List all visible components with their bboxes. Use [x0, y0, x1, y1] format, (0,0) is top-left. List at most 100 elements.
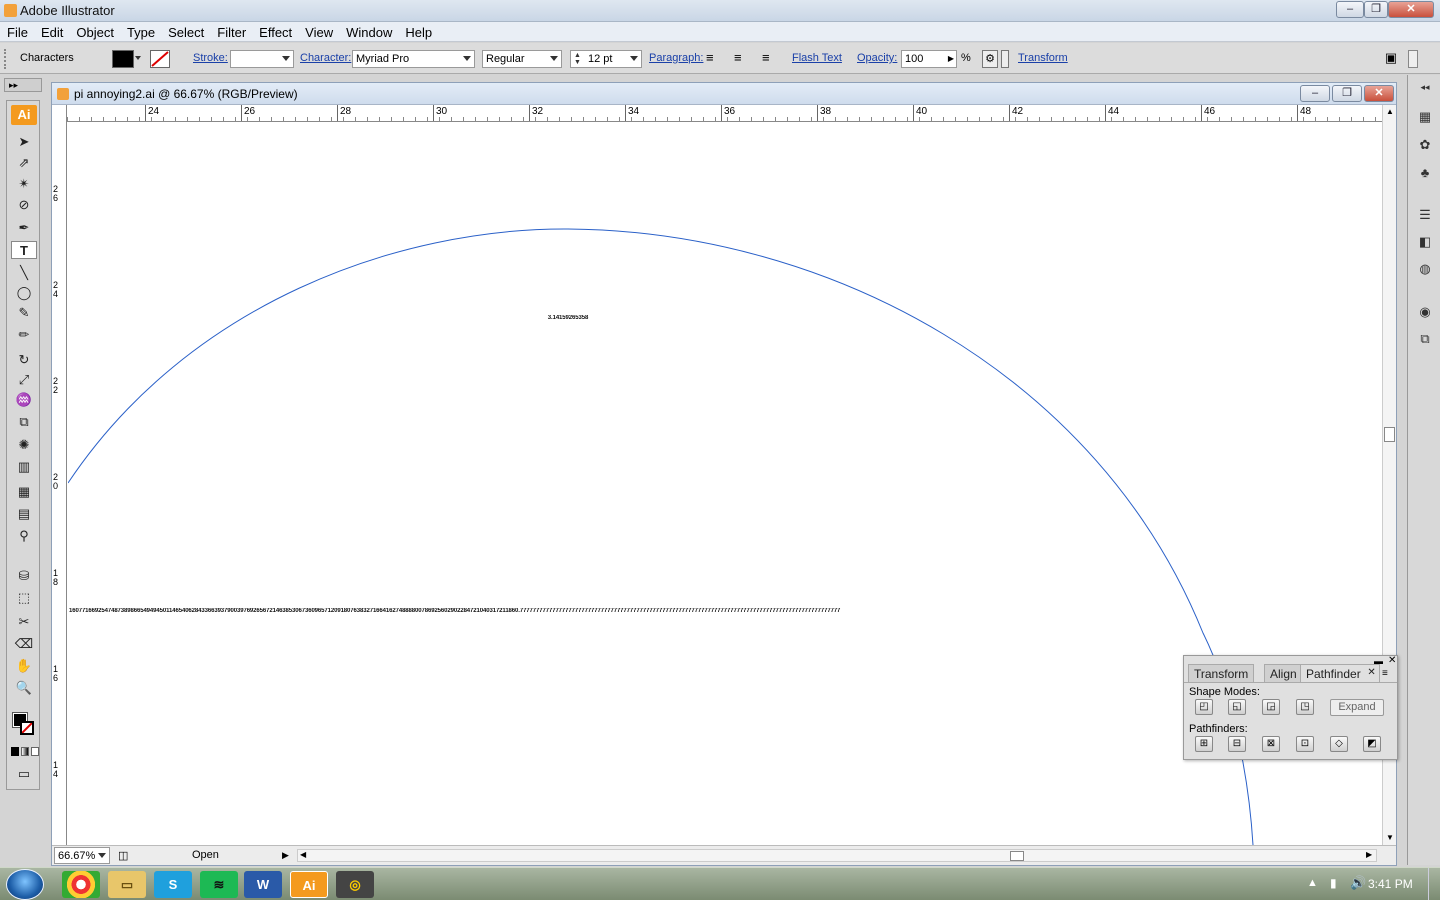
start-button[interactable] — [6, 869, 44, 900]
volume-icon[interactable]: 🔊 — [1350, 875, 1366, 891]
chrome-taskbar-icon[interactable] — [62, 871, 100, 898]
zoom-tool-icon[interactable]: 🔍 — [11, 679, 37, 697]
hand-tool-icon[interactable]: ✋ — [11, 657, 37, 675]
symbol-sprayer-tool-icon[interactable]: ✺ — [11, 436, 37, 454]
crop-button[interactable]: ⊡ — [1296, 736, 1314, 752]
tab-pathfinder[interactable]: Pathfinder ✕ — [1300, 664, 1380, 682]
color-mode-icon[interactable] — [11, 747, 19, 756]
panel-close-icon[interactable]: ✕ — [1388, 655, 1396, 666]
stroke-swatch[interactable] — [150, 50, 170, 68]
gradient-panel-icon[interactable]: ◧ — [1415, 233, 1435, 251]
minus-front-button[interactable]: ◱ — [1228, 699, 1246, 715]
explorer-taskbar-icon[interactable]: ▭ — [108, 871, 146, 898]
free-transform-tool-icon[interactable]: ⧉ — [11, 413, 37, 431]
tray-arrow-icon[interactable]: ▲ — [1307, 877, 1318, 889]
brushes-panel-icon[interactable]: ✿ — [1415, 136, 1435, 154]
doc-restore-button[interactable]: ❐ — [1332, 85, 1362, 102]
pen-tool-icon[interactable]: ✒ — [11, 219, 37, 237]
font-size-field[interactable]: ▲ ▼ 12 pt — [570, 50, 642, 68]
scroll-left-icon[interactable]: ◀ — [300, 850, 306, 859]
show-desktop-button[interactable] — [1428, 868, 1440, 900]
menu-filter[interactable]: Filter — [210, 22, 252, 40]
expand-button[interactable]: Expand — [1330, 699, 1384, 716]
exclude-button[interactable]: ◳ — [1296, 699, 1314, 715]
opacity-label[interactable]: Opacity: — [857, 52, 897, 64]
maximize-button[interactable]: ❐ — [1364, 1, 1388, 18]
ellipse-tool-icon[interactable]: ◯ — [11, 284, 37, 302]
flash-text-link[interactable]: Flash Text — [792, 52, 842, 64]
warp-tool-icon[interactable]: ♒ — [11, 391, 37, 409]
divide-button[interactable]: ⊞ — [1195, 736, 1213, 752]
eyedropper-tool-icon[interactable]: ⚲ — [11, 527, 37, 545]
illustrator-taskbar-icon[interactable]: Ai — [290, 871, 328, 898]
status-menu-icon[interactable]: ▶ — [282, 850, 289, 861]
network-icon[interactable]: ▮ — [1330, 876, 1337, 890]
opacity-field[interactable]: 100 ▶ — [901, 50, 957, 68]
live-paint-selection-tool-icon[interactable]: ⬚ — [11, 589, 37, 607]
menu-select[interactable]: Select — [161, 22, 210, 40]
minus-back-button[interactable]: ◩ — [1363, 736, 1381, 752]
menu-object[interactable]: Object — [69, 22, 120, 40]
menu-view[interactable]: View — [298, 22, 339, 40]
vertical-scroll-thumb[interactable] — [1384, 427, 1395, 442]
intersect-button[interactable]: ◲ — [1262, 699, 1280, 715]
doc-minimize-button[interactable]: – — [1300, 85, 1330, 102]
line-tool-icon[interactable]: ╲ — [11, 264, 37, 282]
fill-swatch[interactable] — [112, 50, 134, 68]
scroll-up-icon[interactable]: ▲ — [1386, 107, 1394, 116]
word-taskbar-icon[interactable]: W — [244, 871, 282, 898]
toolbox-header[interactable]: ▸▸ — [4, 78, 42, 92]
spotify-taskbar-icon[interactable]: ≋ — [200, 871, 238, 898]
type-tool-icon[interactable]: T — [11, 241, 37, 259]
mesh-tool-icon[interactable]: ▦ — [11, 483, 37, 501]
rotate-tool-icon[interactable]: ↻ — [11, 351, 37, 369]
magic-wand-tool-icon[interactable]: ✴ — [11, 175, 37, 193]
doc-close-button[interactable]: ✕ — [1364, 85, 1394, 102]
minimize-button[interactable]: – — [1336, 1, 1364, 18]
slice-tool-icon[interactable]: ✂ — [11, 613, 37, 631]
close-icon[interactable]: ✕ — [1367, 667, 1375, 678]
character-label[interactable]: Character: — [300, 52, 351, 64]
eraser-tool-icon[interactable]: ⌫ — [11, 635, 37, 653]
stepper-icon[interactable]: ▲ ▼ — [574, 52, 581, 66]
pi-last-line[interactable]: 1607716692547487389866549494501146540628… — [69, 608, 1174, 615]
horizontal-scrollbar[interactable]: ◀ ▶ — [297, 849, 1377, 862]
align-center-icon[interactable]: ≡ — [734, 51, 742, 64]
clock-text[interactable]: 3:41 PM — [1368, 877, 1413, 891]
game-taskbar-icon[interactable]: ◎ — [336, 871, 374, 898]
tab-align[interactable]: Align — [1264, 664, 1303, 682]
scroll-right-icon[interactable]: ▶ — [1366, 850, 1372, 859]
zoom-field[interactable]: 66.67% — [54, 847, 110, 864]
fill-dropdown-icon[interactable] — [135, 56, 141, 60]
trim-button[interactable]: ⊟ — [1228, 736, 1246, 752]
symbols-panel-icon[interactable]: ♣ — [1415, 164, 1435, 182]
stroke-panel-icon[interactable]: ☰ — [1415, 206, 1435, 224]
stroke-label[interactable]: Stroke: — [193, 52, 228, 64]
align-left-icon[interactable]: ≡ — [706, 51, 714, 64]
appearance-panel-icon[interactable]: ◉ — [1415, 303, 1435, 321]
outline-button[interactable]: ◇ — [1330, 736, 1348, 752]
gripper-icon[interactable] — [4, 49, 6, 69]
font-family-field[interactable]: Myriad Pro — [352, 50, 475, 68]
live-paint-bucket-tool-icon[interactable]: ⛁ — [11, 567, 37, 585]
merge-button[interactable]: ⊠ — [1262, 736, 1280, 752]
menu-edit[interactable]: Edit — [34, 22, 69, 40]
graph-tool-icon[interactable]: ▥ — [11, 458, 37, 476]
lasso-tool-icon[interactable]: ⊘ — [11, 196, 37, 214]
tab-transform[interactable]: Transform — [1188, 664, 1255, 682]
font-style-field[interactable]: Regular — [482, 50, 562, 68]
horizontal-scroll-thumb[interactable] — [1010, 851, 1024, 861]
layers-panel-icon[interactable]: ⧉ — [1415, 330, 1435, 348]
gradient-tool-icon[interactable]: ▤ — [11, 505, 37, 523]
transform-link[interactable]: Transform — [1018, 52, 1068, 64]
scale-tool-icon[interactable]: ⤢ — [11, 371, 37, 389]
scroll-down-icon[interactable]: ▼ — [1386, 833, 1394, 842]
unite-button[interactable]: ◰ — [1195, 699, 1213, 715]
paintbrush-tool-icon[interactable]: ✎ — [11, 304, 37, 322]
stroke-color-icon[interactable] — [20, 721, 34, 735]
none-mode-icon[interactable] — [31, 747, 39, 756]
control-menu-icon[interactable] — [1408, 50, 1418, 68]
pencil-tool-icon[interactable]: ✏ — [11, 326, 37, 344]
workspace-icon[interactable]: ▣ — [1381, 50, 1401, 68]
menu-help[interactable]: Help — [398, 22, 438, 40]
